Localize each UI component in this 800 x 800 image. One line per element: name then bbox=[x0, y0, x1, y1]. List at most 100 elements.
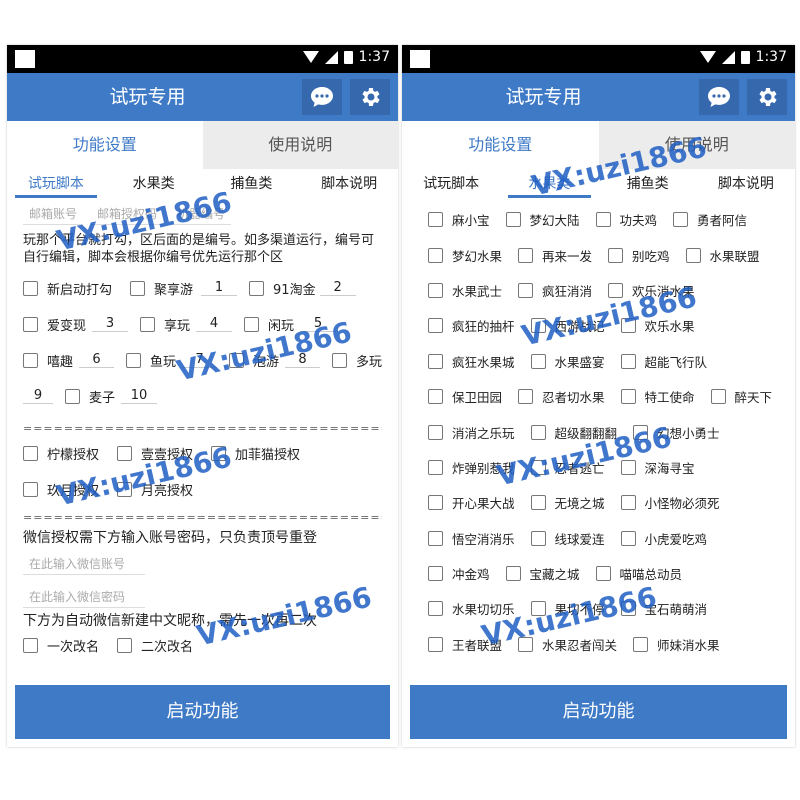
game-item[interactable]: 特工使命 bbox=[620, 387, 695, 406]
checkbox-game[interactable] bbox=[595, 212, 611, 228]
start-button[interactable]: 启动功能 bbox=[15, 685, 390, 739]
checkbox-game[interactable] bbox=[710, 389, 726, 405]
checkbox-auth[interactable] bbox=[117, 445, 133, 461]
checkbox-game[interactable] bbox=[620, 353, 636, 369]
checkbox-game[interactable] bbox=[633, 636, 649, 652]
game-item[interactable]: 疯狂消消 bbox=[518, 281, 592, 300]
checkbox-game[interactable] bbox=[428, 282, 443, 298]
game-item[interactable]: 疯狂水果城 bbox=[428, 352, 515, 371]
checkbox-game[interactable] bbox=[428, 389, 443, 405]
platform-number[interactable]: 8 bbox=[285, 352, 320, 368]
game-item[interactable]: 开心果大战 bbox=[428, 493, 515, 512]
subtab-script-info[interactable]: 脚本说明 bbox=[697, 172, 795, 198]
checkbox-platform[interactable] bbox=[244, 316, 260, 332]
platform-number[interactable]: 2 bbox=[319, 280, 356, 296]
checkbox-game[interactable] bbox=[620, 530, 636, 546]
checkbox-game[interactable] bbox=[685, 247, 701, 263]
checkbox-game[interactable] bbox=[428, 566, 443, 582]
settings-button[interactable] bbox=[350, 79, 390, 115]
checkbox-platform[interactable] bbox=[332, 352, 347, 368]
checkbox-game[interactable] bbox=[428, 247, 443, 263]
game-item[interactable]: 水果忍者闯关 bbox=[518, 635, 617, 654]
game-item[interactable]: 疯狂的抽杆 bbox=[428, 316, 515, 335]
subtab-script-info[interactable]: 脚本说明 bbox=[300, 172, 398, 198]
game-item[interactable]: 消消之乐玩 bbox=[428, 423, 515, 442]
checkbox-auth[interactable] bbox=[117, 481, 133, 497]
message-button[interactable] bbox=[699, 79, 739, 115]
game-item[interactable]: 果切不停 bbox=[530, 599, 605, 618]
game-item[interactable]: 再来一发 bbox=[518, 246, 592, 265]
checkbox-game[interactable] bbox=[505, 212, 521, 228]
subtab-fruit[interactable]: 水果类 bbox=[500, 172, 598, 198]
checkbox-game[interactable] bbox=[428, 601, 443, 617]
checkbox-game[interactable] bbox=[518, 282, 534, 298]
checkbox-game[interactable] bbox=[620, 601, 636, 617]
checkbox-auth[interactable] bbox=[23, 445, 38, 461]
checkbox-platform[interactable] bbox=[126, 352, 141, 368]
message-button[interactable] bbox=[302, 79, 342, 115]
game-item[interactable]: 醉天下 bbox=[710, 387, 772, 406]
checkbox-game[interactable] bbox=[428, 424, 443, 440]
start-button[interactable]: 启动功能 bbox=[410, 685, 787, 739]
subtab-fruit[interactable]: 水果类 bbox=[105, 172, 203, 198]
checkbox-game[interactable] bbox=[530, 318, 546, 334]
platform-number[interactable]: 3 bbox=[92, 316, 129, 332]
wechat-password-input[interactable]: 在此输入微信密码 bbox=[23, 586, 145, 608]
game-item[interactable]: 西游战记 bbox=[530, 316, 605, 335]
game-item[interactable]: 小怪物必须死 bbox=[620, 493, 720, 512]
game-item[interactable]: 梦幻水果 bbox=[428, 246, 502, 265]
game-item[interactable]: 忍者逃亡 bbox=[530, 458, 605, 477]
checkbox-game[interactable] bbox=[428, 212, 443, 228]
game-item[interactable]: 王者联盟 bbox=[428, 635, 502, 654]
checkbox-platform[interactable] bbox=[249, 280, 265, 296]
game-item[interactable]: 勇者阿信 bbox=[673, 210, 747, 229]
checkbox-game[interactable] bbox=[518, 389, 534, 405]
checkbox-game[interactable] bbox=[428, 495, 443, 511]
game-item[interactable]: 梦幻大陆 bbox=[505, 210, 580, 229]
checkbox-game[interactable] bbox=[633, 424, 649, 440]
checkbox-game[interactable] bbox=[620, 495, 636, 511]
game-item[interactable]: 喵喵总动员 bbox=[595, 564, 682, 583]
subtab-trial-script[interactable]: 试玩脚本 bbox=[7, 172, 105, 198]
game-item[interactable]: 水果切切乐 bbox=[428, 599, 515, 618]
tab-instructions[interactable]: 使用说明 bbox=[598, 121, 795, 169]
checkbox-game[interactable] bbox=[428, 530, 443, 546]
checkbox-game[interactable] bbox=[620, 459, 636, 475]
tab-function-settings[interactable]: 功能设置 bbox=[7, 121, 203, 169]
settings-button[interactable] bbox=[747, 79, 787, 115]
checkbox-platform[interactable] bbox=[140, 316, 156, 332]
game-item[interactable]: 超能飞行队 bbox=[620, 352, 707, 371]
checkbox-game[interactable] bbox=[620, 318, 636, 334]
game-item[interactable]: 功夫鸡 bbox=[595, 210, 657, 229]
game-item[interactable]: 深海寻宝 bbox=[620, 458, 695, 477]
checkbox-game[interactable] bbox=[530, 459, 546, 475]
checkbox-rename[interactable] bbox=[23, 637, 38, 653]
email-field[interactable]: 邮箱账号 bbox=[23, 203, 84, 225]
checkbox-game[interactable] bbox=[530, 601, 546, 617]
checkbox-game[interactable] bbox=[608, 282, 624, 298]
tab-function-settings[interactable]: 功能设置 bbox=[402, 121, 599, 169]
game-item[interactable]: 宝石萌萌消 bbox=[620, 599, 707, 618]
game-item[interactable]: 水果联盟 bbox=[685, 246, 760, 265]
game-item[interactable]: 水果武士 bbox=[428, 281, 502, 300]
device-number-field[interactable]: 机器编号 bbox=[171, 203, 232, 225]
game-item[interactable]: 悟空消消乐 bbox=[428, 529, 515, 548]
checkbox-game[interactable] bbox=[518, 247, 534, 263]
game-item[interactable]: 冲金鸡 bbox=[428, 564, 490, 583]
checkbox-platform[interactable] bbox=[65, 388, 80, 404]
subtab-trial-script[interactable]: 试玩脚本 bbox=[402, 172, 500, 198]
checkbox-auth[interactable] bbox=[211, 445, 227, 461]
platform-number[interactable]: 10 bbox=[121, 388, 158, 404]
checkbox-platform[interactable] bbox=[130, 280, 146, 296]
checkbox-platform[interactable] bbox=[229, 352, 244, 368]
platform-number[interactable]: 1 bbox=[201, 280, 238, 296]
checkbox-game[interactable] bbox=[673, 212, 689, 228]
game-item[interactable]: 欢乐消水果 bbox=[608, 281, 695, 300]
platform-number[interactable]: 6 bbox=[79, 352, 114, 368]
checkbox-game[interactable] bbox=[428, 459, 443, 475]
email-code-field[interactable]: 邮箱授权码 bbox=[91, 203, 164, 225]
checkbox-game[interactable] bbox=[428, 353, 443, 369]
checkbox-rename[interactable] bbox=[117, 637, 133, 653]
checkbox-game[interactable] bbox=[530, 530, 546, 546]
tab-instructions[interactable]: 使用说明 bbox=[202, 121, 398, 169]
